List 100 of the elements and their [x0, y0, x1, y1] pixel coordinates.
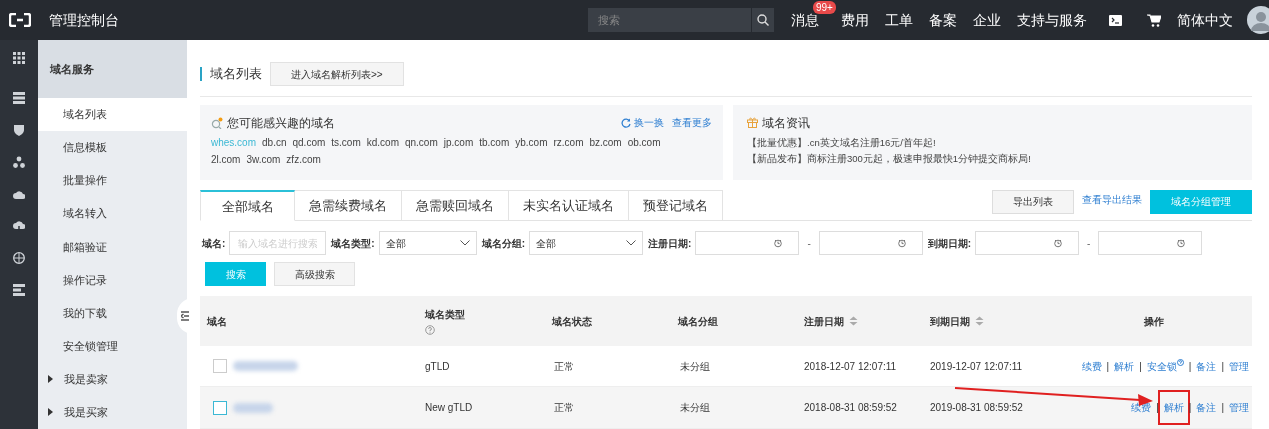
link-separator: |: [1188, 359, 1192, 374]
table-cell: 2018-08-31 08:59:52: [804, 402, 897, 414]
table-cell: New gTLD: [425, 402, 473, 414]
column-header: 操作: [1144, 314, 1164, 329]
card-link[interactable]: 换一换: [634, 115, 664, 131]
range-separator: -: [1087, 236, 1091, 251]
sidebar-item[interactable]: 我是卖家: [38, 362, 173, 396]
export-results-link[interactable]: 查看导出结果: [1082, 192, 1142, 208]
domain-link[interactable]: jp.com: [443, 133, 474, 151]
nav-link[interactable]: 工单: [885, 11, 913, 28]
advanced-search-button[interactable]: 高级搜索: [274, 262, 355, 287]
link-separator: |: [1156, 401, 1159, 416]
nav-link[interactable]: 费用: [841, 11, 869, 28]
table-cell: 2019-12-07 12:07:11: [930, 360, 1023, 372]
column-header: 域名: [207, 314, 227, 329]
sidebar-item-label: 我是卖家: [64, 372, 108, 387]
link-separator: |: [1221, 359, 1224, 374]
column-header: 域名分组: [678, 314, 718, 329]
dropdown[interactable]: 全部: [378, 231, 477, 256]
sidebar-item-label: 信息模板: [63, 140, 107, 156]
link-separator: |: [1188, 401, 1192, 416]
table-cell: 未分组: [680, 402, 710, 414]
parse-list-button[interactable]: 进入域名解析列表>>: [270, 62, 404, 87]
search-field[interactable]: 搜索: [588, 8, 751, 32]
range-separator: -: [807, 236, 811, 251]
table-cell: 正常: [554, 360, 574, 372]
column-header: 注册日期: [804, 314, 844, 329]
action-link[interactable]: 续费: [1081, 358, 1102, 374]
sidebar-item[interactable]: 我是买家: [38, 395, 173, 429]
sidebar-item[interactable]: 邮箱验证: [38, 230, 173, 264]
tab[interactable]: 未实名认证域名: [509, 190, 629, 222]
action-link[interactable]: 安全锁: [1146, 358, 1184, 374]
sidebar-item-label: 邮箱验证: [63, 239, 107, 255]
sidebar-item-label: 域名转入: [63, 206, 107, 222]
action-link[interactable]: 备注: [1196, 400, 1217, 416]
domain-link[interactable]: 2l.com: [211, 150, 241, 168]
dropdown[interactable]: 全部: [529, 231, 644, 256]
tab[interactable]: 急需赎回域名: [402, 190, 509, 222]
page-title: 域名列表: [200, 67, 262, 82]
nav-link[interactable]: 支持与服务: [1017, 11, 1087, 28]
tab[interactable]: 急需续费域名: [295, 190, 402, 222]
sidebar-item-label: 操作记录: [63, 272, 107, 288]
app-title: 管理控制台: [49, 10, 119, 30]
nav-link[interactable]: 消息: [791, 11, 819, 28]
table-cell: 未分组: [680, 360, 710, 372]
sidebar-item-label: 域名列表: [63, 107, 107, 122]
link-separator: |: [1106, 359, 1110, 374]
sidebar-item-label: 批量操作: [63, 173, 107, 189]
sidebar-item-label: 安全锁管理: [63, 338, 118, 354]
count-badge: 99+: [813, 0, 836, 14]
filter-label: 域名分组:: [481, 236, 526, 251]
column-header: 到期日期: [930, 314, 970, 329]
sidebar-item[interactable]: 操作记录: [38, 263, 173, 297]
export-button[interactable]: 导出列表: [992, 189, 1074, 214]
tab[interactable]: 预登记域名: [629, 190, 723, 222]
domain-link[interactable]: qd.com: [292, 133, 326, 151]
link-separator: |: [1221, 401, 1224, 416]
domain-link[interactable]: bz.com: [589, 133, 622, 151]
domain-link[interactable]: ts.com: [331, 133, 361, 151]
filter-label: 到期日期:: [927, 236, 972, 251]
card-link[interactable]: 查看更多: [672, 115, 712, 131]
action-link[interactable]: 续费: [1131, 400, 1152, 416]
action-link[interactable]: 管理: [1229, 358, 1249, 374]
action-link[interactable]: 管理: [1229, 400, 1249, 416]
sidebar-item[interactable]: 批量操作: [38, 163, 173, 198]
link-separator: |: [1139, 359, 1142, 374]
tab[interactable]: 全部域名: [200, 190, 295, 222]
news-item[interactable]: 【新品发布】商标注册300元起，极速申报最快1分钟提交商标局!: [747, 150, 1238, 167]
domain-link[interactable]: rz.com: [553, 133, 584, 151]
sidebar-item[interactable]: 信息模板: [38, 130, 173, 164]
column-header: 域名状态: [552, 314, 592, 329]
domain-link[interactable]: db.cn: [262, 133, 287, 151]
domain-link[interactable]: kd.com: [366, 133, 399, 151]
sidebar-header: 域名服务: [38, 40, 187, 98]
filter-label: 域名类型:: [331, 236, 375, 251]
column-header: 域名类型: [425, 308, 465, 323]
table-cell: 2019-08-31 08:59:52: [930, 402, 1023, 414]
sidebar-item-label: 我的下载: [63, 305, 107, 321]
filter-label: 域名:: [202, 236, 226, 251]
sidebar-item[interactable]: 安全锁管理: [38, 329, 173, 363]
filter-label: 注册日期:: [648, 236, 692, 251]
sidebar-item[interactable]: 域名列表: [38, 97, 187, 131]
table-cell: 正常: [554, 402, 574, 414]
card-title: 域名资讯: [762, 114, 810, 132]
domain-link[interactable]: tb.com: [479, 133, 510, 151]
card-title: 您可能感兴趣的域名: [227, 114, 335, 132]
domain-link[interactable]: ob.com: [627, 133, 661, 151]
domain-link[interactable]: zfz.com: [286, 150, 321, 168]
sidebar-item[interactable]: 我的下载: [38, 296, 173, 330]
nav-link[interactable]: 企业: [973, 11, 1001, 28]
sidebar-item[interactable]: 域名转入: [38, 197, 173, 231]
table-cell: gTLD: [425, 360, 450, 372]
action-link[interactable]: 解析: [1114, 358, 1135, 374]
nav-link[interactable]: 备案: [929, 11, 957, 28]
language-link[interactable]: 简体中文: [1177, 9, 1233, 31]
domain-link[interactable]: qn.com: [404, 133, 438, 151]
domain-link[interactable]: yb.com: [515, 133, 548, 151]
news-item[interactable]: 【批量优惠】.cn英文域名注册16元/首年起!: [747, 134, 1238, 151]
domain-link[interactable]: 3w.com: [246, 150, 281, 168]
action-link[interactable]: 备注: [1196, 358, 1217, 374]
